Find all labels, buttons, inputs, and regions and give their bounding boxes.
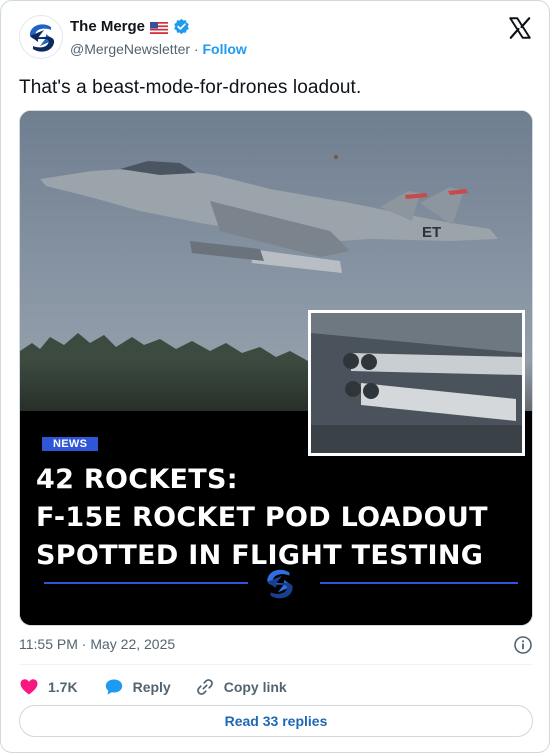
avatar[interactable]: [19, 15, 63, 59]
merge-logo-icon: [257, 561, 303, 607]
tail-code: ET: [422, 224, 441, 241]
news-tag: NEWS: [42, 437, 99, 451]
tweet-media[interactable]: ET NEWS 42 ROCKETS: F-15E ROCKET POD LOA…: [19, 110, 533, 626]
rocket-pod-photo: [311, 313, 522, 453]
divider: [19, 664, 533, 665]
timestamp-row: 11:55 PM · May 22, 2025: [19, 636, 533, 656]
copy-link-label: Copy link: [223, 679, 287, 695]
action-bar: 1.7K Reply Copy link: [19, 674, 287, 700]
media-headline: 42 ROCKETS: F-15E ROCKET POD LOADOUT SPO…: [36, 461, 506, 575]
author-handle[interactable]: @MergeNewsletter: [70, 41, 190, 57]
reply-bubble-icon: [104, 677, 124, 697]
copy-link-button[interactable]: Copy link: [195, 677, 287, 697]
rocket-pod-inset: [308, 310, 525, 456]
name-row: The Merge: [70, 18, 190, 35]
x-logo-icon[interactable]: [507, 15, 533, 41]
handle-separator: ·: [190, 41, 203, 57]
timestamp[interactable]: 11:55 PM · May 22, 2025: [19, 636, 175, 652]
like-count: 1.7K: [48, 679, 78, 695]
headline-line-1: 42 ROCKETS:: [36, 464, 238, 495]
tweet-card: The Merge @MergeNewsletter · Follow That…: [0, 0, 550, 753]
link-icon: [195, 677, 215, 697]
read-replies-button[interactable]: Read 33 replies: [19, 705, 533, 737]
tweet-text: That's a beast-mode-for-drones loadout.: [19, 77, 362, 98]
divider-rule-left: [44, 582, 248, 584]
tweet-header: The Merge @MergeNewsletter · Follow: [19, 15, 533, 63]
reply-button[interactable]: Reply: [104, 677, 171, 697]
follow-button[interactable]: Follow: [202, 41, 246, 57]
heart-icon: [19, 677, 39, 697]
reply-label: Reply: [132, 679, 171, 695]
us-flag-icon: [150, 21, 169, 34]
merge-logo-icon: [29, 24, 55, 52]
info-icon[interactable]: [513, 635, 533, 655]
handle-row: @MergeNewsletter · Follow: [70, 41, 247, 57]
divider-rule-right: [320, 582, 518, 584]
author-name[interactable]: The Merge: [70, 18, 145, 35]
like-button[interactable]: 1.7K: [19, 677, 78, 697]
verified-badge-icon: [173, 18, 190, 35]
headline-line-2: F-15E ROCKET POD LOADOUT: [36, 502, 488, 533]
